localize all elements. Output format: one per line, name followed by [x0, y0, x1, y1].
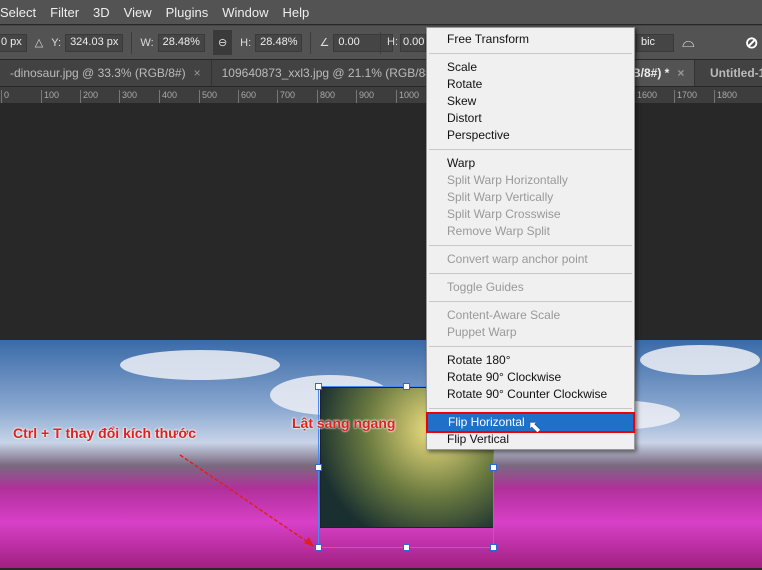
menu-item-skew[interactable]: Skew: [427, 93, 634, 110]
menu-item-toggle-guides: Toggle Guides: [447, 280, 524, 294]
menu-item-puppet-warp: Puppet Warp: [447, 325, 517, 339]
cursor-icon: ⬉: [528, 419, 542, 436]
menu-item-perspective[interactable]: Perspective: [427, 127, 634, 144]
menu-separator: [429, 346, 632, 347]
menu-item-convert-warp-anchor-point: Convert warp anchor point: [447, 252, 588, 266]
menu-item-rotate-180[interactable]: Rotate 180°: [427, 352, 634, 369]
menu-item-warp[interactable]: Warp: [427, 155, 634, 172]
annotation-ctrl-t: Ctrl + T thay đổi kích thước: [13, 425, 197, 441]
menu-item-content-aware-scale: Content-Aware Scale: [447, 308, 561, 322]
menu-item-remove-warp-split: Remove Warp Split: [447, 224, 550, 238]
annotation-flip: Lật sang ngang: [292, 415, 396, 431]
menu-separator: [429, 301, 632, 302]
menu-item-rotate[interactable]: Rotate: [427, 76, 634, 93]
menu-item-split-warp-horizontally: Split Warp Horizontally: [447, 173, 568, 187]
menu-item-rotate-90-clockwise[interactable]: Rotate 90° Clockwise: [427, 369, 634, 386]
menu-separator: [429, 53, 632, 54]
annotation-arrow: [179, 454, 314, 547]
menu-item-rotate-90-counter-clockwise[interactable]: Rotate 90° Counter Clockwise: [427, 386, 634, 403]
menu-separator: [429, 408, 632, 409]
menu-separator: [429, 149, 632, 150]
transform-context-menu: Free Transform Scale Rotate Skew Distort Pers…: [426, 27, 635, 450]
menu-item-scale[interactable]: Scale: [427, 59, 634, 76]
menu-separator: [429, 273, 632, 274]
menu-item-distort[interactable]: Distort: [427, 110, 634, 127]
menu-separator: [429, 245, 632, 246]
menu-item-free-transform[interactable]: Free Transform: [427, 31, 634, 48]
menu-item-split-warp-crosswise: Split Warp Crosswise: [447, 207, 561, 221]
menu-item-split-warp-vertically: Split Warp Vertically: [447, 190, 554, 204]
